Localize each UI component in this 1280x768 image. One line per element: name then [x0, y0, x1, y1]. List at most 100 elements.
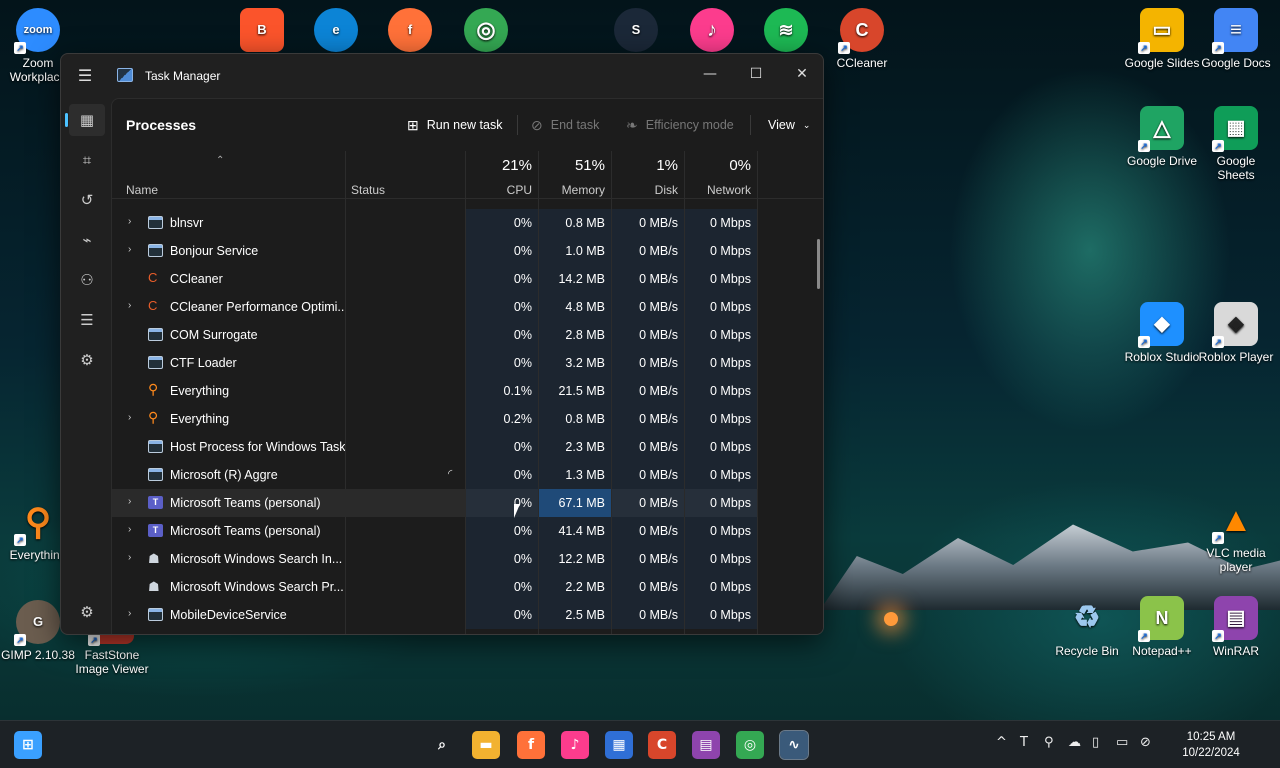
- desktop-icon-label: VLC media player: [1206, 546, 1266, 574]
- desktop-icon-steam[interactable]: S: [598, 8, 674, 56]
- column-disk[interactable]: Disk: [606, 183, 678, 197]
- maximize-button[interactable]: ☐: [734, 60, 778, 88]
- title-bar[interactable]: ☰ Task Manager — ☐ ✕: [61, 54, 823, 98]
- desktop-icon-brave[interactable]: B: [224, 8, 300, 56]
- battery-icon[interactable]: ▯: [1092, 735, 1099, 750]
- taskbar-ccleaner-icon[interactable]: C: [648, 731, 676, 759]
- column-cpu[interactable]: CPU: [460, 183, 532, 197]
- taskbar-file-explorer-icon[interactable]: ▬: [472, 731, 500, 759]
- desktop-icon-itunes[interactable]: ♪: [674, 8, 750, 56]
- hamburger-menu-icon[interactable]: ☰: [75, 66, 95, 86]
- desktop-icon-vlc[interactable]: ▲ ↗ VLC media player: [1198, 498, 1274, 574]
- everything-tray-icon[interactable]: ⚲: [1044, 735, 1054, 750]
- itunes-icon: ♪: [690, 8, 734, 52]
- display-icon[interactable]: ▭: [1116, 735, 1128, 750]
- table-row[interactable]: Microsoft (R) Aggre ◜ 0% 1.3 MB 0 MB/s 0 Mbps: [112, 461, 758, 489]
- taskbar-chrome-icon[interactable]: ◎: [736, 731, 764, 759]
- efficiency-mode-button[interactable]: ❧ Efficiency mode: [626, 113, 734, 137]
- nav-app-history-icon[interactable]: ↺: [69, 184, 105, 216]
- nav-performance-icon[interactable]: ⌗: [69, 144, 105, 176]
- chevron-right-icon[interactable]: ›: [128, 412, 131, 423]
- table-row[interactable]: › T Microsoft Teams (personal) 0% 67.1 MB 0 M…: [112, 489, 758, 517]
- table-row[interactable]: › ⚲ Everything 0.2% 0.8 MB 0 MB/s 0 Mbps: [112, 405, 758, 433]
- desktop-icon-winrar[interactable]: ▤ ↗ WinRAR: [1198, 596, 1274, 658]
- sort-ascending-icon[interactable]: ⌃: [216, 155, 224, 166]
- shortcut-arrow-icon: ↗: [1212, 140, 1224, 152]
- desktop-icon-google-drive[interactable]: △ ↗ Google Drive: [1124, 106, 1200, 168]
- nav-processes-icon[interactable]: ▦: [65, 104, 105, 136]
- disk-value: 0 MB/s: [612, 601, 684, 629]
- disk-total[interactable]: 1%: [606, 157, 678, 174]
- nav-services-icon[interactable]: ⚙: [69, 344, 105, 376]
- taskbar-winrar-icon[interactable]: ▤: [692, 731, 720, 759]
- chevron-right-icon[interactable]: ›: [128, 524, 131, 535]
- nav-startup-apps-icon[interactable]: ⌁: [69, 224, 105, 256]
- network-total[interactable]: 0%: [679, 157, 751, 174]
- wallpaper-glow: [884, 612, 898, 626]
- taskbar-task-manager-icon[interactable]: ∿: [779, 730, 809, 760]
- table-row[interactable]: › MobileDeviceService 0% 2.5 MB 0 MB/s 0 Mbps: [112, 601, 758, 629]
- desktop-icon-recycle-bin[interactable]: ♻ Recycle Bin: [1049, 596, 1125, 659]
- chevron-right-icon[interactable]: ›: [128, 552, 131, 563]
- nav-details-icon[interactable]: ☰: [69, 304, 105, 336]
- desktop-icon-spotify[interactable]: ≋: [748, 8, 824, 56]
- column-status[interactable]: Status: [351, 183, 385, 197]
- table-row[interactable]: › C CCleaner Performance Optimi... 0% 4.8 MB…: [112, 293, 758, 321]
- clock[interactable]: 10:25 AM 10/22/2024: [1176, 729, 1246, 761]
- taskbar-firefox-icon[interactable]: f: [517, 731, 545, 759]
- cpu-total[interactable]: 21%: [460, 157, 532, 174]
- memory-total[interactable]: 51%: [533, 157, 605, 174]
- taskbar-start-icon[interactable]: ⊞: [14, 731, 42, 759]
- table-row[interactable]: COM Surrogate 0% 2.8 MB 0 MB/s 0 Mbps: [112, 321, 758, 349]
- minimize-button[interactable]: —: [688, 60, 732, 88]
- settings-gear-icon[interactable]: ⚙: [69, 596, 105, 628]
- taskbar-search-icon[interactable]: ⌕: [428, 731, 456, 759]
- memory-value: 1.0 MB: [539, 237, 611, 265]
- desktop-icon-ccleaner[interactable]: C ↗ CCleaner: [824, 8, 900, 70]
- desktop-icon-google-sheets[interactable]: ▦ ↗ Google Sheets: [1198, 106, 1274, 182]
- column-name[interactable]: Name: [126, 183, 158, 197]
- table-row[interactable]: › T Microsoft Teams (personal) 0% 41.4 MB 0 M…: [112, 517, 758, 545]
- desktop-icon-roblox-studio[interactable]: ◆ ↗ Roblox Studio: [1124, 302, 1200, 364]
- table-row[interactable]: CTF Loader 0% 3.2 MB 0 MB/s 0 Mbps: [112, 349, 758, 377]
- desktop-icon-notepadpp[interactable]: N ↗ Notepad++: [1124, 596, 1200, 658]
- network-value: 0 Mbps: [685, 237, 757, 265]
- run-new-task-button[interactable]: ⊞ Run new task: [407, 113, 502, 137]
- view-dropdown[interactable]: View ⌄: [768, 113, 810, 137]
- network-icon[interactable]: ⊘: [1140, 735, 1151, 750]
- chevron-right-icon[interactable]: ›: [128, 608, 131, 619]
- onedrive-icon[interactable]: ☁: [1068, 735, 1081, 750]
- table-row[interactable]: › ☗ Microsoft Windows Search In... 0% 12.2 M…: [112, 545, 758, 573]
- table-row[interactable]: ☗ Microsoft Windows Search Pr... 0% 2.2 MB 0…: [112, 573, 758, 601]
- desktop-icon-roblox-player[interactable]: ◈ ↗ Roblox Player: [1198, 302, 1274, 364]
- table-row[interactable]: C CCleaner 0% 14.2 MB 0 MB/s 0 Mbps: [112, 265, 758, 293]
- close-button[interactable]: ✕: [780, 60, 823, 88]
- desktop-icon-google-docs[interactable]: ≡ ↗ Google Docs: [1198, 8, 1274, 70]
- chevron-right-icon[interactable]: ›: [128, 244, 131, 255]
- chevron-right-icon[interactable]: ›: [128, 496, 131, 507]
- cpu-value: 0%: [466, 349, 538, 377]
- zoom-icon: zoom ↗: [14, 8, 60, 54]
- table-row[interactable]: › blnsvr 0% 0.8 MB 0 MB/s 0 Mbps: [112, 209, 758, 237]
- task-manager-window[interactable]: ☰ Task Manager — ☐ ✕ ▦ ⌗ ↺ ⌁ ⚇ ☰ ⚙ ⚙ Pro…: [60, 53, 824, 635]
- end-task-button[interactable]: ⊘ End task: [531, 113, 599, 137]
- teams-tray-icon[interactable]: T: [1020, 735, 1028, 750]
- nav-users-icon[interactable]: ⚇: [69, 264, 105, 296]
- table-row[interactable]: Host Process for Windows Tasks 0% 2.3 MB 0 …: [112, 433, 758, 461]
- desktop-icon-label: Roblox Studio: [1124, 350, 1200, 364]
- column-network[interactable]: Network: [679, 183, 751, 197]
- desktop-icon-chrome[interactable]: ◎: [448, 8, 524, 56]
- show-hidden-icons[interactable]: ^: [996, 735, 1007, 750]
- chevron-right-icon[interactable]: ›: [128, 216, 131, 227]
- desktop-icon-google-slides[interactable]: ▭ ↗ Google Slides: [1124, 8, 1200, 70]
- desktop-icon-firefox[interactable]: f: [372, 8, 448, 56]
- table-row[interactable]: ⚲ Everything 0.1% 21.5 MB 0 MB/s 0 Mbps: [112, 377, 758, 405]
- column-memory[interactable]: Memory: [533, 183, 605, 197]
- vertical-scrollbar[interactable]: [817, 239, 820, 289]
- table-row[interactable]: › Bonjour Service 0% 1.0 MB 0 MB/s 0 Mbps: [112, 237, 758, 265]
- google-slides-icon: ▭ ↗: [1138, 8, 1184, 54]
- desktop-icon-edge[interactable]: e: [298, 8, 374, 56]
- taskbar-itunes-icon[interactable]: ♪: [561, 731, 589, 759]
- chevron-right-icon[interactable]: ›: [128, 300, 131, 311]
- taskbar-microsoft-store-icon[interactable]: ▦: [605, 731, 633, 759]
